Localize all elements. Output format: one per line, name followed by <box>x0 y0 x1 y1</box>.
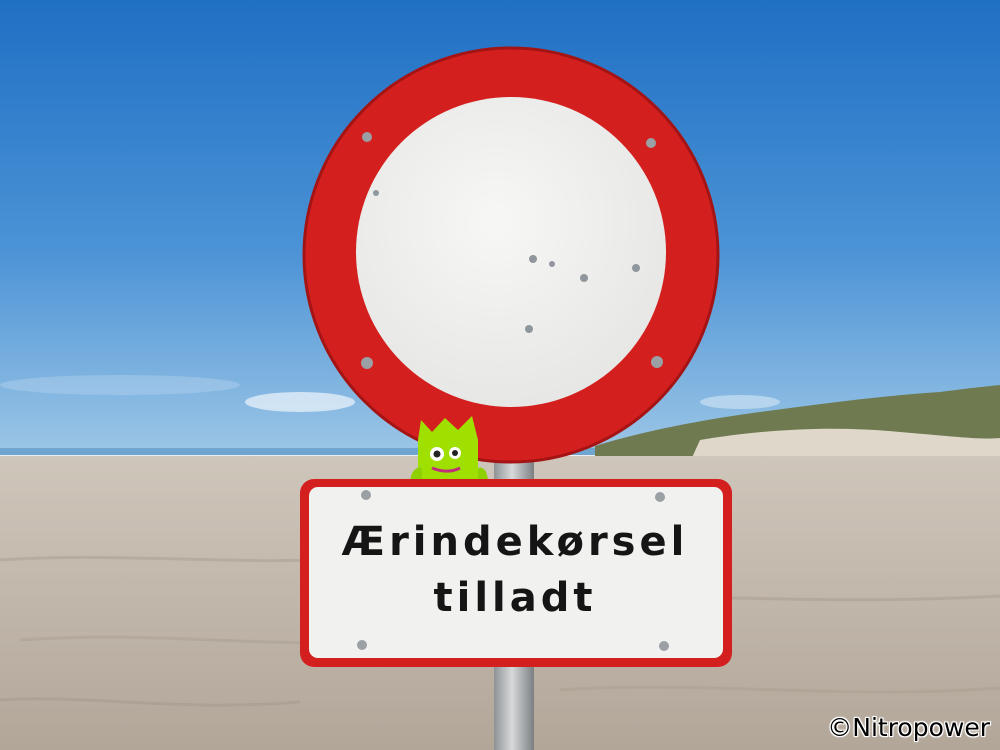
watermark-credit: ©Nitropower <box>827 713 990 742</box>
no-entry-sign <box>302 46 720 464</box>
sign-text-line-1: Ærindekørsel <box>341 519 689 565</box>
cloud <box>700 395 780 409</box>
cloud <box>0 375 240 395</box>
cloud <box>245 392 355 412</box>
supplementary-sign <box>300 479 732 667</box>
beach-scene <box>0 0 1000 750</box>
sign-text-line-2: tilladt <box>433 575 597 621</box>
